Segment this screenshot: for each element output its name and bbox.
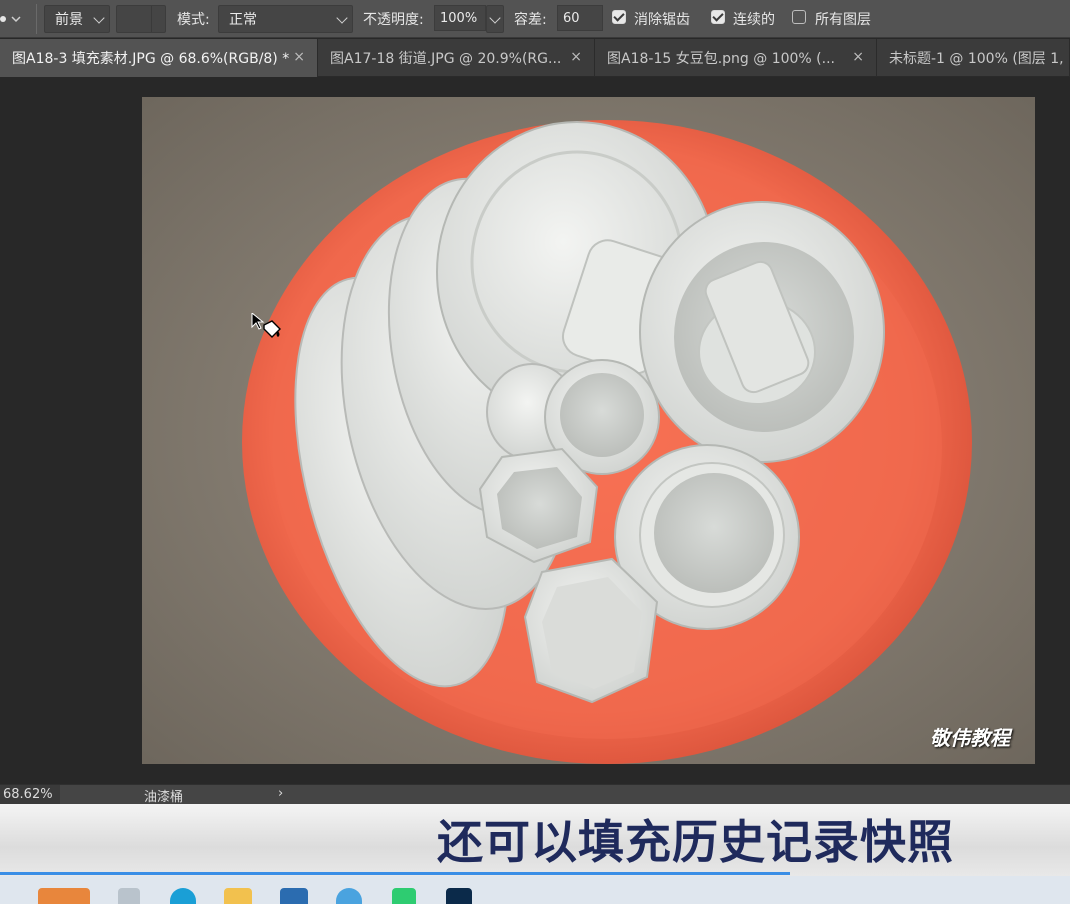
progress-line bbox=[0, 872, 790, 875]
zoom-level[interactable]: 68.62% bbox=[0, 785, 60, 804]
weather-widget-icon[interactable] bbox=[38, 888, 90, 904]
divider bbox=[36, 4, 37, 34]
tab-label: 图A17-18 街道.JPG @ 20.9%(RG... bbox=[330, 51, 562, 67]
edge-browser-icon[interactable] bbox=[170, 888, 196, 904]
contiguous-label: 连续的 bbox=[733, 12, 775, 28]
search-icon[interactable] bbox=[118, 888, 140, 904]
tab-document-2[interactable]: 图A17-18 街道.JPG @ 20.9%(RG... × bbox=[318, 39, 595, 77]
mode-value: 正常 bbox=[229, 12, 257, 28]
all-layers-checkbox[interactable] bbox=[792, 10, 806, 24]
chevron-down-icon bbox=[336, 12, 348, 24]
app-icon[interactable] bbox=[336, 888, 362, 904]
chevron-down-icon bbox=[489, 12, 501, 24]
tab-label: 图A18-15 女豆包.png @ 100% (... bbox=[607, 51, 835, 67]
tolerance-input[interactable]: 60 bbox=[557, 5, 603, 31]
fill-source-dropdown[interactable]: 前景 bbox=[44, 5, 110, 33]
pattern-picker[interactable] bbox=[116, 5, 166, 33]
opacity-input[interactable]: 100% bbox=[434, 5, 486, 31]
all-layers-label: 所有图层 bbox=[815, 12, 871, 28]
close-icon[interactable]: × bbox=[852, 49, 864, 65]
opacity-value: 100% bbox=[440, 10, 478, 26]
divider bbox=[151, 6, 152, 32]
tab-label: 图A18-3 填充素材.JPG @ 68.6%(RGB/8) * bbox=[12, 51, 290, 67]
subtitle-text: 还可以填充历史记录快照 bbox=[437, 815, 954, 869]
paint-bucket-cursor-icon bbox=[251, 313, 281, 338]
tab-document-3[interactable]: 图A18-15 女豆包.png @ 100% (... × bbox=[595, 39, 877, 77]
document-image[interactable]: 敬伟教程 bbox=[142, 97, 1035, 764]
tool-preset-picker[interactable] bbox=[0, 8, 30, 30]
canvas-area[interactable]: 敬伟教程 bbox=[0, 77, 1070, 784]
status-info-arrow[interactable]: › bbox=[278, 786, 283, 801]
status-bar: 68.62% 油漆桶 › bbox=[0, 784, 1070, 805]
current-tool-name: 油漆桶 bbox=[144, 790, 184, 805]
fill-source-value: 前景 bbox=[55, 12, 83, 28]
close-icon[interactable]: × bbox=[293, 49, 305, 65]
subtitle-banner: 还可以填充历史记录快照 bbox=[0, 804, 1070, 876]
store-icon[interactable] bbox=[280, 888, 308, 904]
taskbar bbox=[0, 876, 1070, 904]
tolerance-label: 容差: bbox=[514, 12, 547, 28]
watermark: 敬伟教程 bbox=[930, 726, 1010, 750]
folder-icon[interactable] bbox=[224, 888, 252, 904]
close-icon[interactable]: × bbox=[570, 49, 582, 65]
wechat-icon[interactable] bbox=[392, 888, 416, 904]
photo-illustration bbox=[142, 97, 1035, 764]
tolerance-value: 60 bbox=[563, 10, 580, 26]
tab-label: 未标题-1 @ 100% (图层 1, bbox=[889, 51, 1064, 67]
tab-document-1[interactable]: 图A18-3 填充素材.JPG @ 68.6%(RGB/8) * × bbox=[0, 39, 318, 77]
options-bar: 前景 模式: 正常 不透明度: 100% 容差: 60 消除锯齿 连续的 所有图… bbox=[0, 0, 1070, 38]
antialias-checkbox[interactable] bbox=[612, 10, 626, 24]
tab-document-4[interactable]: 未标题-1 @ 100% (图层 1, bbox=[877, 39, 1070, 77]
opacity-slider-toggle[interactable] bbox=[486, 5, 504, 33]
document-tabs: 图A18-3 填充素材.JPG @ 68.6%(RGB/8) * × 图A17-… bbox=[0, 39, 1070, 77]
chevron-down-icon bbox=[93, 12, 105, 24]
mode-dropdown[interactable]: 正常 bbox=[218, 5, 353, 33]
paint-bucket-icon bbox=[0, 16, 21, 23]
photoshop-icon[interactable] bbox=[446, 888, 472, 904]
contiguous-checkbox[interactable] bbox=[711, 10, 725, 24]
opacity-label: 不透明度: bbox=[363, 12, 424, 28]
mode-label: 模式: bbox=[177, 12, 210, 28]
antialias-label: 消除锯齿 bbox=[634, 12, 690, 28]
